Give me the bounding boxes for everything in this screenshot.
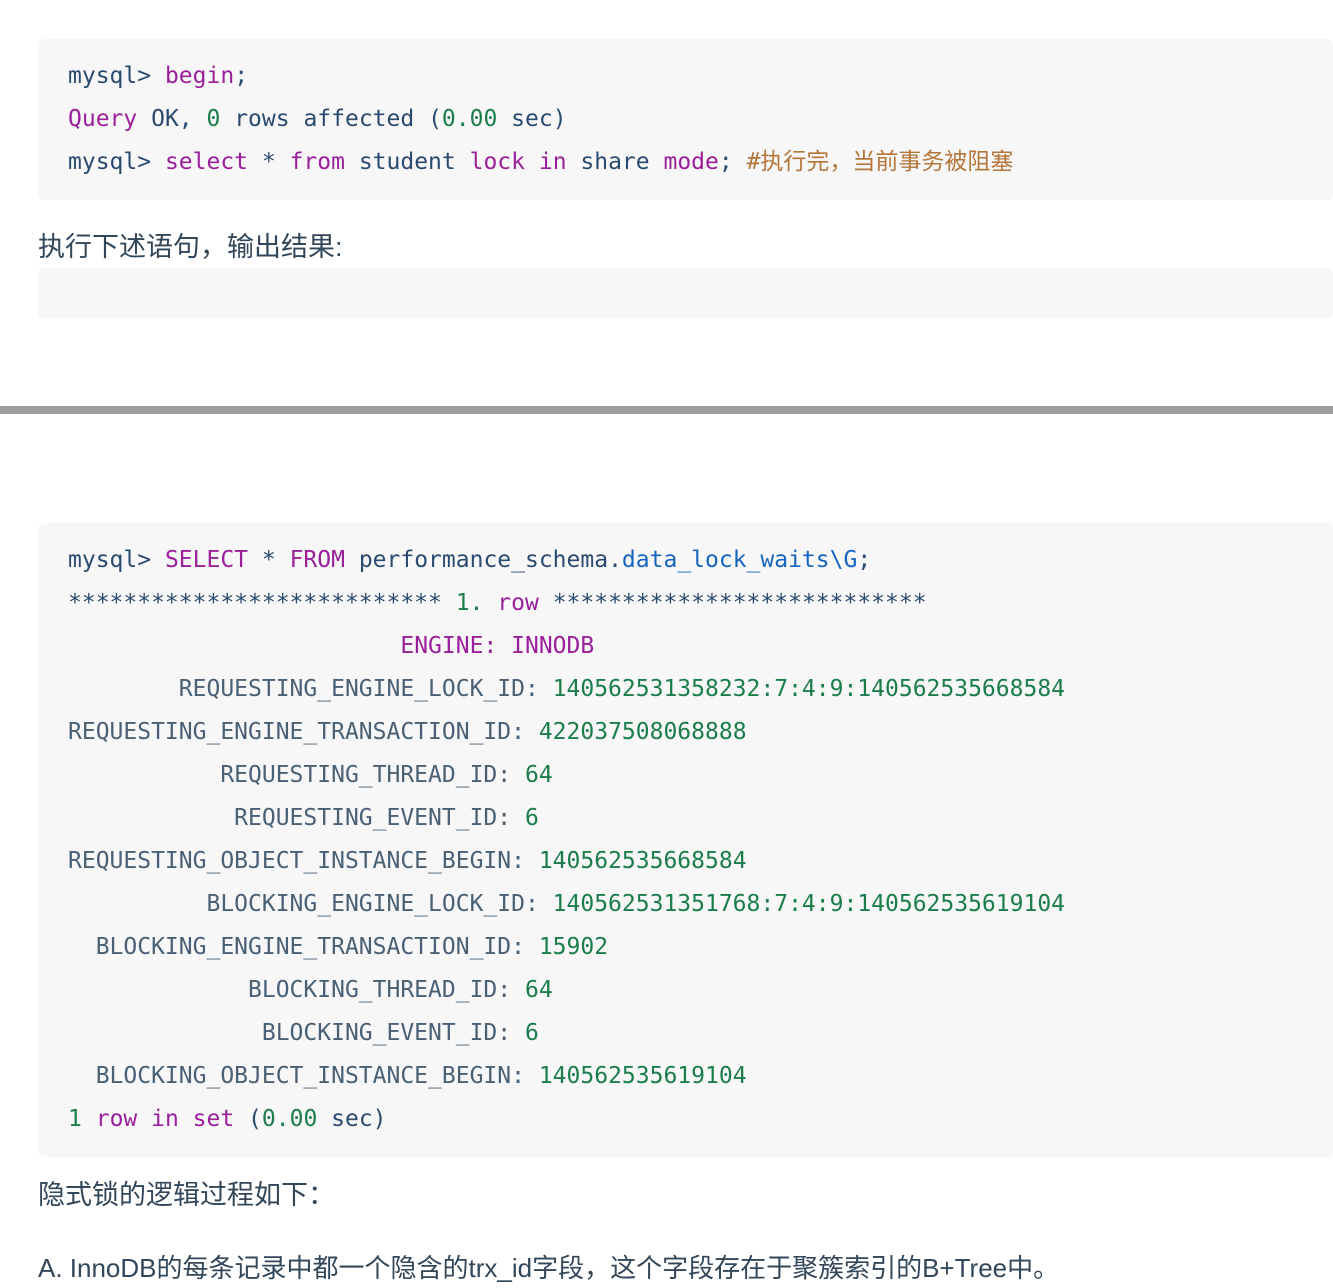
implicit-lock-point-a-paragraph: A. InnoDB的每条记录中都一个隐含的trx_id字段，这个字段存在于聚簇索…: [38, 1253, 1060, 1283]
code-line: Query OK, 0 rows affected (0.00 sec): [68, 98, 1333, 141]
code-token-plain: student: [344, 149, 470, 175]
code-token-str: 140562531351768:7:4:9:140562535619104: [552, 891, 1066, 917]
code-token-prompt: mysql>: [68, 63, 165, 89]
code-token-kw: row: [497, 590, 539, 616]
code-token-num: 1: [68, 1106, 82, 1132]
code-token-kw: in: [538, 149, 567, 175]
implicit-lock-heading-paragraph: 隐式锁的逻辑过程如下：: [38, 1180, 335, 1210]
code-line: mysql> begin;: [68, 55, 1333, 98]
code-line: REQUESTING_ENGINE_TRANSACTION_ID: 422037…: [68, 711, 1333, 754]
code-token-field: BLOCKING_EVENT_ID:: [68, 1020, 512, 1046]
code-token-plain: ;: [857, 547, 872, 573]
code-token-str: 422037508068888: [538, 719, 747, 745]
code-token-field: BLOCKING_ENGINE_LOCK_ID:: [68, 891, 539, 917]
code-token-num: 0.00: [261, 1106, 318, 1132]
code-token-kw: select: [164, 149, 249, 175]
code-line: mysql> SELECT * FROM performance_schema.…: [68, 539, 1333, 582]
code-token-kw: mode: [663, 149, 719, 175]
code-token-prompt: mysql>: [68, 149, 165, 175]
code-token-kw: from: [289, 149, 345, 175]
code-token-num: 0: [206, 106, 221, 132]
code-token-kw: begin: [164, 63, 235, 89]
code-token-field: BLOCKING_ENGINE_TRANSACTION_ID:: [68, 934, 525, 960]
code-token-plain: share: [566, 149, 664, 175]
code-token-num: 1.: [455, 590, 484, 616]
code-token-plain: sec): [317, 1106, 387, 1132]
code-line: BLOCKING_ENGINE_LOCK_ID: 140562531351768…: [68, 883, 1333, 926]
code-token-plain: (: [234, 1106, 262, 1132]
code-token-stars: ***************************: [538, 590, 927, 616]
code-token-field: REQUESTING_OBJECT_INSTANCE_BEGIN:: [68, 848, 525, 874]
code-token-num: 0.00: [441, 106, 498, 132]
mysql-session-code-block: mysql> begin; Query OK, 0 rows affected (…: [38, 39, 1333, 200]
code-token-str: 6: [524, 805, 539, 831]
code-token-field: REQUESTING_EVENT_ID:: [68, 805, 512, 831]
code-token-str: 64: [524, 977, 553, 1003]
code-token-str: 64: [524, 762, 553, 788]
code-token-kw: FROM: [289, 547, 345, 573]
code-line: BLOCKING_EVENT_ID: 6: [68, 1012, 1333, 1055]
code-token-stars: ***************************: [68, 590, 456, 616]
code-token-str: 140562535668584: [538, 848, 747, 874]
code-line: REQUESTING_EVENT_ID: 6: [68, 797, 1333, 840]
code-token-kw: ENGINE: INNODB: [400, 633, 595, 659]
code-token-plain: rows affected (: [220, 106, 442, 132]
code-token-prompt: mysql>: [68, 547, 165, 573]
code-token-field: BLOCKING_OBJECT_INSTANCE_BEGIN:: [68, 1063, 525, 1089]
code-token-plain: OK,: [137, 106, 207, 132]
code-token-str: 15902: [538, 934, 609, 960]
code-line: mysql> select * from student lock in sha…: [68, 141, 1333, 184]
code-token-kw: row in set: [95, 1106, 235, 1132]
instruction-paragraph: 执行下述语句，输出结果:: [38, 232, 343, 262]
code-line: REQUESTING_ENGINE_LOCK_ID: 1405625313582…: [68, 668, 1333, 711]
code-token-plain: *: [248, 149, 290, 175]
code-token-field: REQUESTING_ENGINE_TRANSACTION_ID:: [68, 719, 525, 745]
code-line: BLOCKING_THREAD_ID: 64: [68, 969, 1333, 1012]
code-line: 1 row in set (0.00 sec): [68, 1098, 1333, 1141]
code-line: REQUESTING_THREAD_ID: 64: [68, 754, 1333, 797]
code-token-plain: performance_schema.: [344, 547, 622, 573]
code-token-field: REQUESTING_ENGINE_LOCK_ID:: [68, 676, 539, 702]
code-token-plain: *: [248, 547, 290, 573]
data-lock-waits-code-block: mysql> SELECT * FROM performance_schema.…: [38, 523, 1333, 1157]
code-token-plain: ;: [718, 149, 747, 175]
code-token-comment: #执行完，当前事务被阻塞: [746, 149, 1014, 175]
code-token-kw: Query: [68, 106, 138, 132]
empty-output-code-block: [38, 268, 1333, 318]
code-token-str: 140562531358232:7:4:9:140562535668584: [552, 676, 1066, 702]
code-line: ENGINE: INNODB: [68, 625, 1333, 668]
code-token-kw: SELECT: [164, 547, 249, 573]
code-token-kw: lock: [469, 149, 525, 175]
code-token-field: REQUESTING_THREAD_ID:: [68, 762, 512, 788]
code-line: REQUESTING_OBJECT_INSTANCE_BEGIN: 140562…: [68, 840, 1333, 883]
code-token-plain: ;: [234, 63, 249, 89]
code-token-plain: sec): [497, 106, 567, 132]
code-token-field: BLOCKING_THREAD_ID:: [68, 977, 512, 1003]
code-line: BLOCKING_OBJECT_INSTANCE_BEGIN: 14056253…: [68, 1055, 1333, 1098]
code-line: BLOCKING_ENGINE_TRANSACTION_ID: 15902: [68, 926, 1333, 969]
code-line: *************************** 1. row *****…: [68, 582, 1333, 625]
code-token-str: 6: [524, 1020, 539, 1046]
code-token-ident: data_lock_waits\G: [621, 547, 858, 573]
section-divider: [0, 406, 1333, 414]
code-token-str: 140562535619104: [538, 1063, 747, 1089]
